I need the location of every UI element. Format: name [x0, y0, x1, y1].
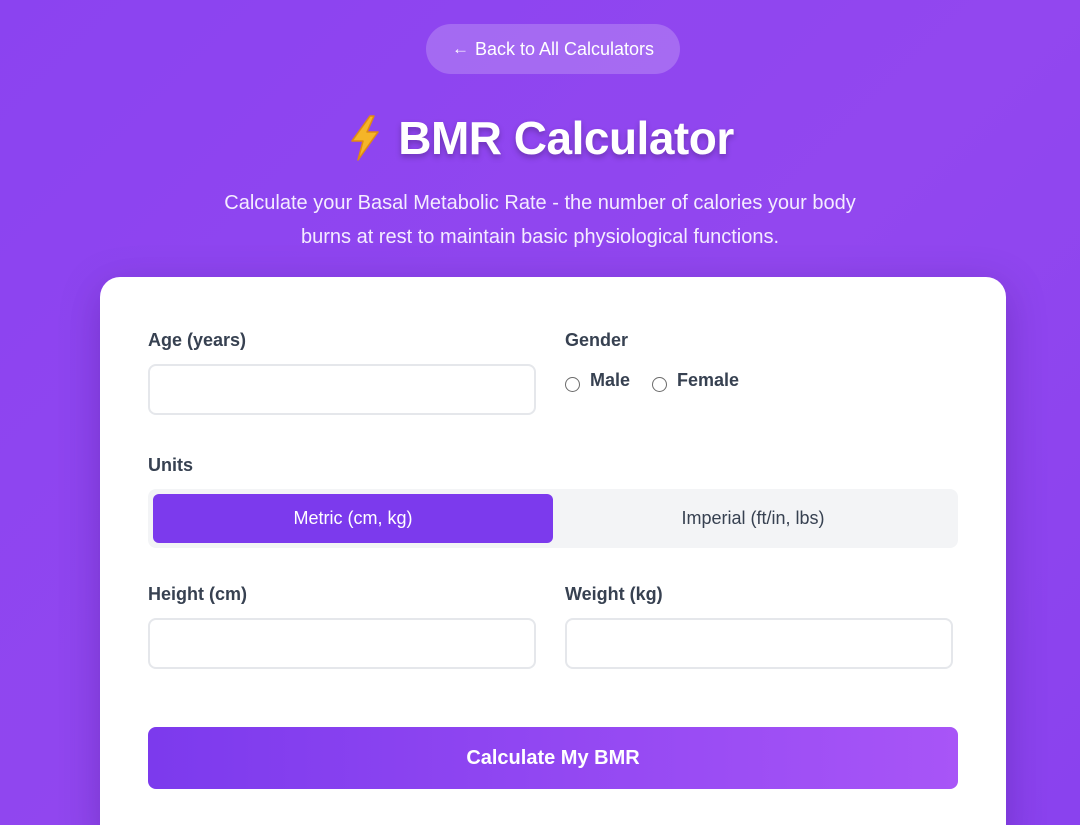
page-title: BMR Calculator: [398, 112, 734, 164]
gender-option-male[interactable]: Male: [565, 369, 630, 392]
calculator-form-card: Age (years) Gender Male Female Units Met…: [100, 277, 1006, 825]
units-imperial-button[interactable]: Imperial (ft/in, lbs): [553, 494, 953, 543]
weight-label: Weight (kg): [565, 584, 663, 604]
height-label: Height (cm): [148, 584, 247, 604]
gender-label: Gender: [565, 330, 629, 350]
page-header: BMR Calculator: [0, 108, 1080, 168]
gender-option-female[interactable]: Female: [652, 369, 739, 392]
page-subtitle: Calculate your Basal Metabolic Rate - th…: [224, 192, 856, 248]
height-input[interactable]: [148, 618, 536, 669]
back-to-all-calculators-button[interactable]: ← Back to All Calculators: [426, 24, 680, 74]
gender-radio-group: Male Female: [565, 369, 739, 392]
female-radio-label: Female: [677, 370, 740, 390]
male-radio-label: Male: [590, 370, 631, 390]
units-metric-button[interactable]: Metric (cm, kg): [153, 494, 553, 543]
female-radio[interactable]: [652, 377, 668, 392]
calculate-bmr-button[interactable]: Calculate My BMR: [148, 727, 958, 789]
units-label: Units: [148, 455, 193, 475]
units-toggle: Metric (cm, kg) Imperial (ft/in, lbs): [148, 489, 958, 548]
age-input[interactable]: [148, 364, 536, 415]
weight-input[interactable]: [565, 618, 953, 669]
back-button-label: Back to All Calculators: [474, 38, 655, 59]
lightning-bolt-icon: [351, 115, 379, 161]
age-label: Age (years): [148, 330, 247, 350]
male-radio[interactable]: [565, 377, 580, 392]
arrow-left-icon: ←: [451, 39, 469, 58]
